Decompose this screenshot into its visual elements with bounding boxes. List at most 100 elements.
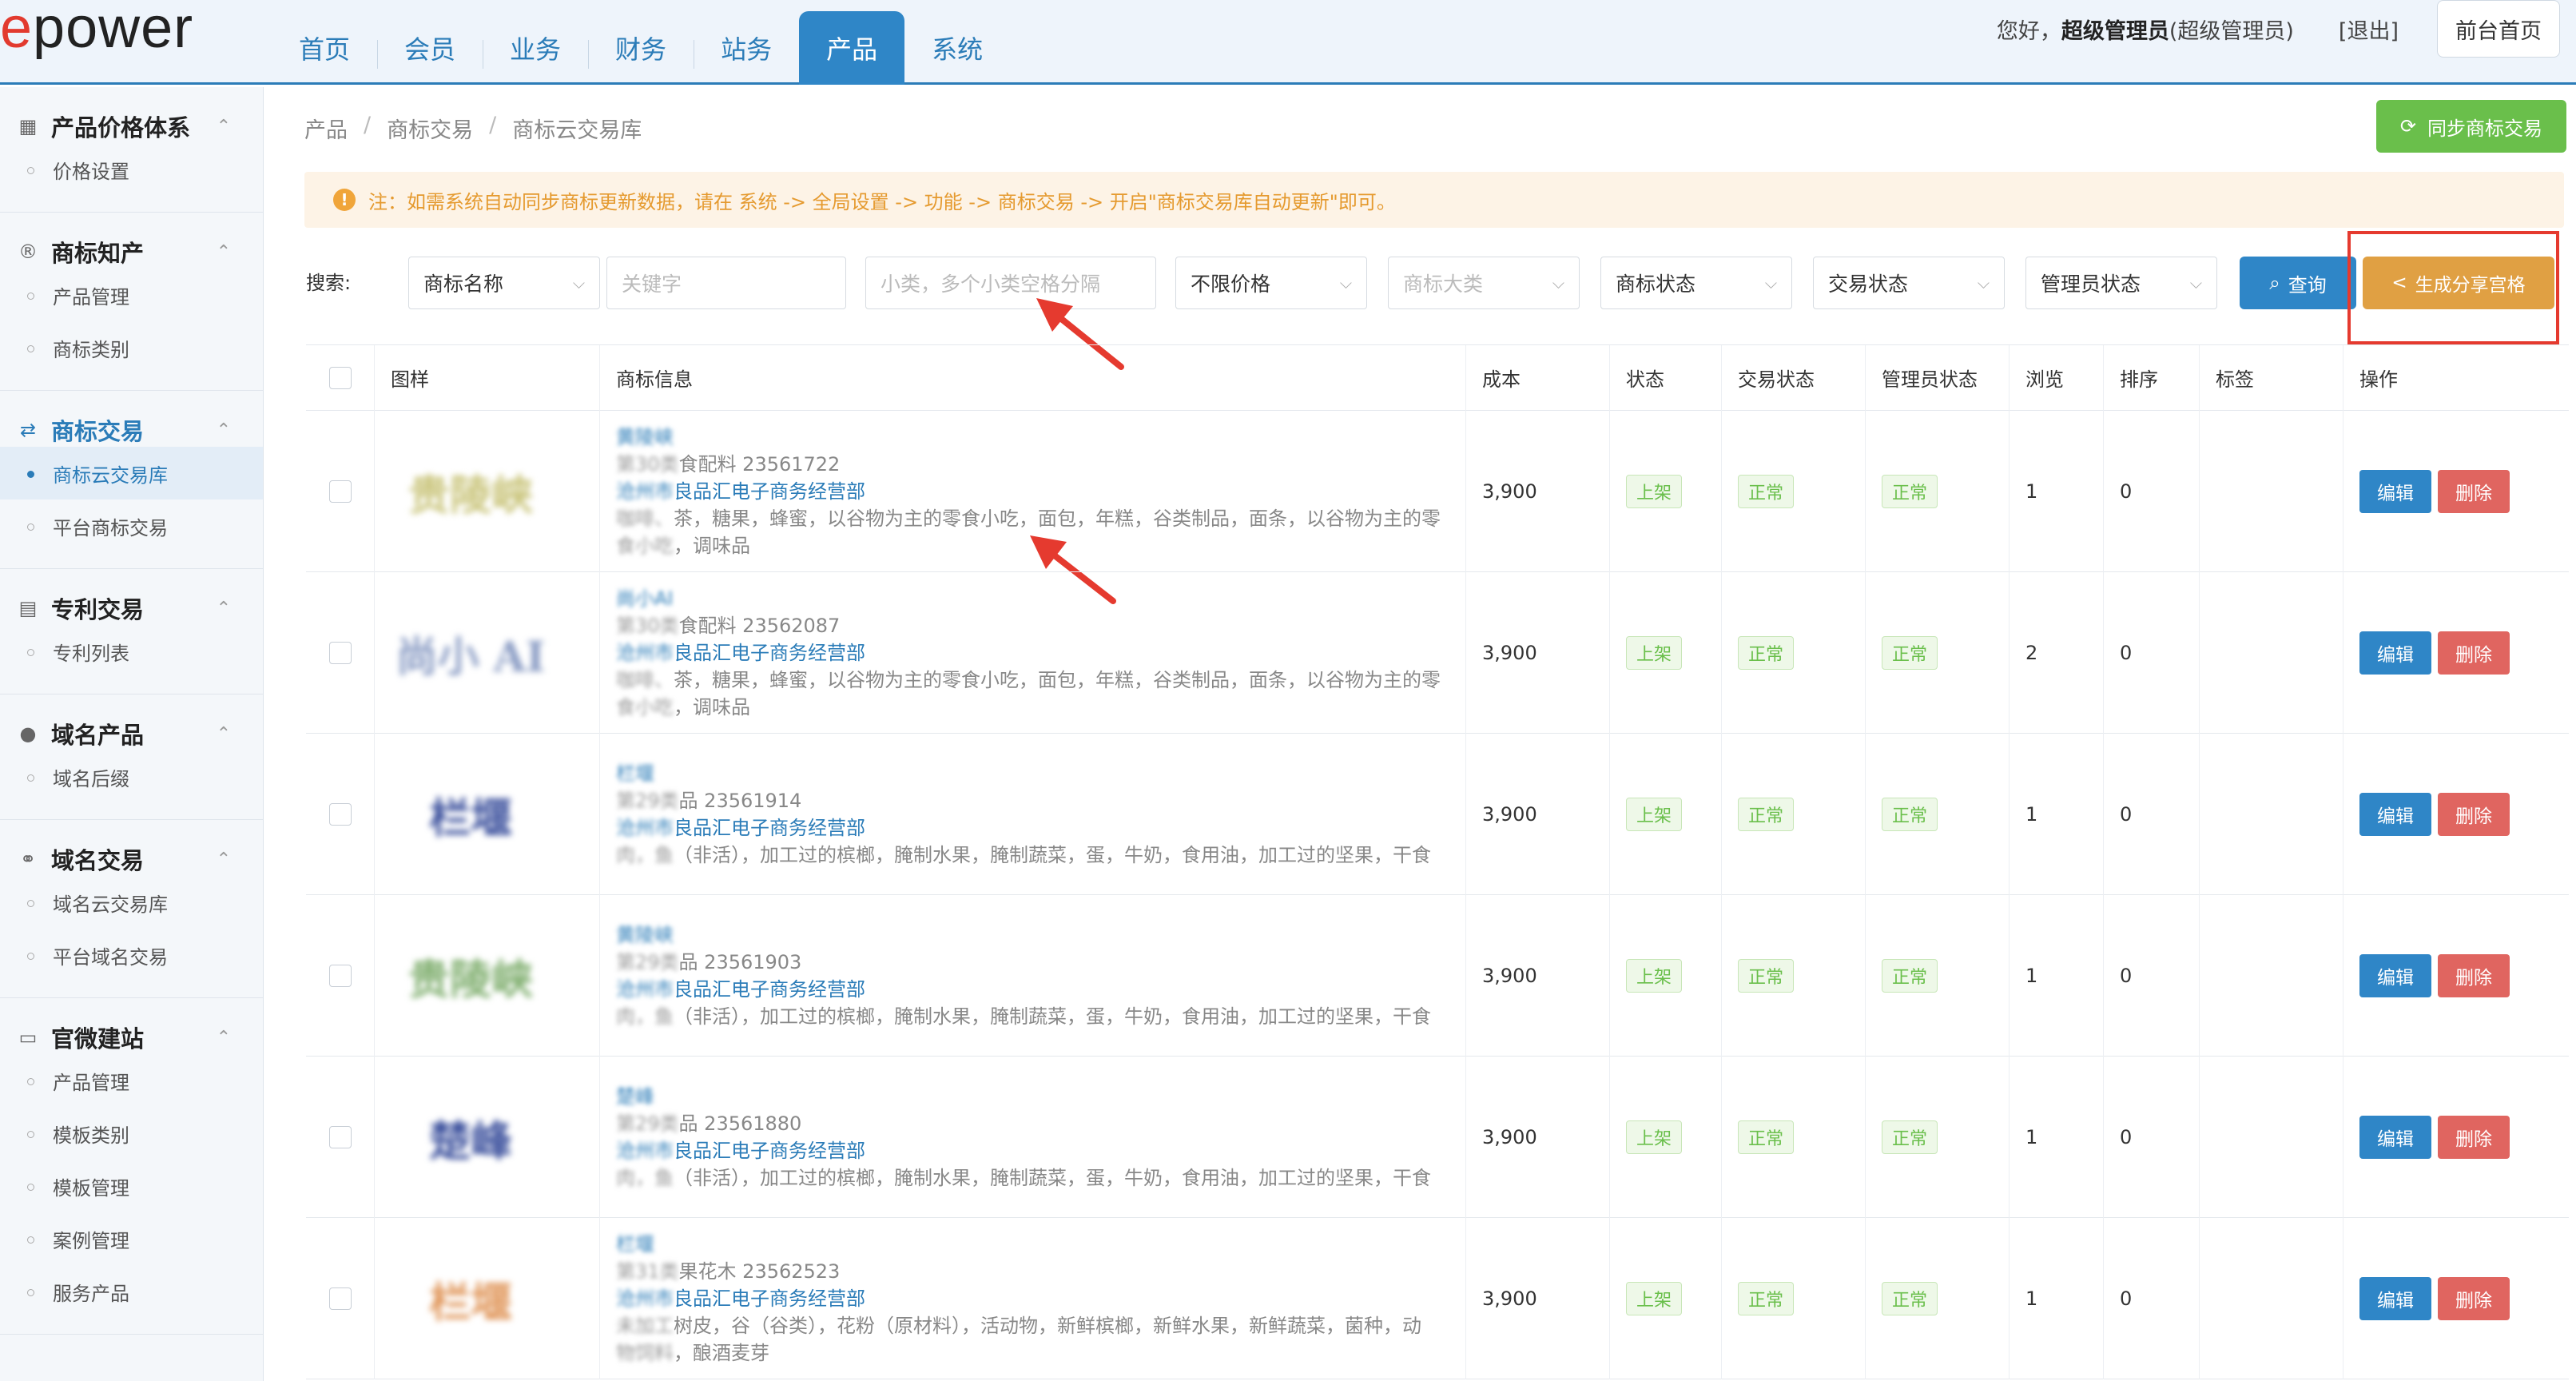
sidebar-group-header[interactable]: ⇄ 商标交易 ⌃ bbox=[0, 413, 263, 447]
sidebar-item[interactable]: 服务产品 bbox=[0, 1265, 263, 1318]
chevron-up-icon[interactable]: ⌃ bbox=[217, 117, 231, 137]
actions-cell: 编辑 删除 bbox=[2343, 1057, 2553, 1218]
sidebar-group-header[interactable]: ● 域名产品 ⌃ bbox=[0, 717, 263, 750]
nav-tab[interactable]: 站务 bbox=[694, 11, 799, 85]
owner-link[interactable]: 良品汇电子商务经营部 bbox=[674, 480, 865, 503]
owner-prefix: 沧州市 bbox=[616, 1140, 674, 1162]
edit-button[interactable]: 编辑 bbox=[2359, 631, 2431, 675]
trademark-owner[interactable]: 沧州市良品汇电子商务经营部 bbox=[616, 639, 865, 667]
views-cell: 1 bbox=[2010, 734, 2104, 895]
edit-button[interactable]: 编辑 bbox=[2359, 470, 2431, 513]
owner-link[interactable]: 良品汇电子商务经营部 bbox=[674, 817, 865, 839]
trademark-status-select[interactable]: 商标状态 ⌵ bbox=[1600, 257, 1792, 309]
delete-button[interactable]: 删除 bbox=[2438, 793, 2510, 836]
sidebar-group-title: 专利交易 bbox=[51, 596, 145, 623]
trademark-description: 肉，鱼（非活），加工过的槟榔，腌制水果，腌制蔬菜，蛋，牛奶，食用油，加工过的坚果… bbox=[616, 842, 1447, 869]
trademark-owner[interactable]: 沧州市良品汇电子商务经营部 bbox=[616, 976, 865, 1003]
brand-logo[interactable]: epower bbox=[0, 0, 193, 58]
sidebar-item[interactable]: 模板类别 bbox=[0, 1107, 263, 1160]
trademark-owner[interactable]: 沧州市良品汇电子商务经营部 bbox=[616, 1285, 865, 1312]
actions-cell: 编辑 删除 bbox=[2343, 572, 2553, 734]
trademark-owner[interactable]: 沧州市良品汇电子商务经营部 bbox=[616, 814, 865, 842]
keyword-input[interactable]: 关键字 bbox=[606, 257, 846, 309]
edit-button[interactable]: 编辑 bbox=[2359, 1116, 2431, 1159]
sidebar-item[interactable]: 域名后缀 bbox=[0, 750, 263, 803]
trademark-owner[interactable]: 沧州市良品汇电子商务经营部 bbox=[616, 1137, 865, 1164]
trademark-class: 第29类品 23561903 bbox=[616, 949, 801, 976]
sidebar-item[interactable]: 案例管理 bbox=[0, 1212, 263, 1265]
owner-link[interactable]: 良品汇电子商务经营部 bbox=[674, 1287, 865, 1310]
delete-button[interactable]: 删除 bbox=[2438, 470, 2510, 513]
status-badge: 上架 bbox=[1626, 798, 1683, 831]
sidebar-item[interactable]: 价格设置 bbox=[0, 143, 263, 196]
sidebar-group-header[interactable]: ⚭ 域名交易 ⌃ bbox=[0, 842, 263, 876]
sidebar-item[interactable]: 产品管理 bbox=[0, 269, 263, 321]
sidebar-item[interactable]: 平台域名交易 bbox=[0, 929, 263, 981]
trademark-owner[interactable]: 沧州市良品汇电子商务经营部 bbox=[616, 478, 865, 505]
row-checkbox[interactable] bbox=[328, 965, 352, 987]
row-checkbox[interactable] bbox=[328, 642, 352, 664]
sidebar-item[interactable]: 专利列表 bbox=[0, 625, 263, 678]
row-checkbox[interactable] bbox=[328, 803, 352, 826]
sidebar-item[interactable]: 产品管理 bbox=[0, 1054, 263, 1107]
chevron-up-icon[interactable]: ⌃ bbox=[217, 599, 231, 619]
owner-link[interactable]: 良品汇电子商务经营部 bbox=[674, 1140, 865, 1162]
tags-cell bbox=[2200, 734, 2343, 895]
admin-status-cell: 正常 bbox=[1866, 411, 2010, 572]
class-text: 品 23561880 bbox=[678, 1112, 802, 1135]
trade-status-badge: 正常 bbox=[1738, 475, 1795, 508]
search-field-select[interactable]: 商标名称 ⌵ bbox=[408, 257, 600, 309]
select-all-checkbox[interactable] bbox=[328, 366, 352, 389]
sidebar-group-header[interactable]: ▦ 产品价格体系 ⌃ bbox=[0, 109, 263, 143]
nav-tab[interactable]: 财务 bbox=[588, 11, 694, 85]
query-button[interactable]: ⌕ 查询 bbox=[2240, 257, 2356, 309]
delete-button[interactable]: 删除 bbox=[2438, 954, 2510, 997]
sidebar-item[interactable]: 模板管理 bbox=[0, 1160, 263, 1212]
status-cell: 上架 bbox=[1610, 1057, 1722, 1218]
chevron-up-icon[interactable]: ⌃ bbox=[217, 242, 231, 262]
chevron-up-icon[interactable]: ⌃ bbox=[217, 724, 231, 744]
owner-link[interactable]: 良品汇电子商务经营部 bbox=[674, 642, 865, 664]
delete-button[interactable]: 删除 bbox=[2438, 1116, 2510, 1159]
admin-status-select[interactable]: 管理员状态 ⌵ bbox=[2025, 257, 2217, 309]
front-home-button[interactable]: 前台首页 bbox=[2437, 0, 2560, 58]
nav-tab[interactable]: 会员 bbox=[377, 11, 483, 85]
trade-status-select[interactable]: 交易状态 ⌵ bbox=[1813, 257, 2005, 309]
admin-status-badge: 正常 bbox=[1882, 959, 1938, 993]
owner-link[interactable]: 良品汇电子商务经营部 bbox=[674, 978, 865, 1001]
price-select[interactable]: 不限价格 ⌵ bbox=[1175, 257, 1367, 309]
logout-link[interactable]: [退出] bbox=[2339, 14, 2399, 45]
category-select[interactable]: 商标大类 ⌵ bbox=[1388, 257, 1580, 309]
delete-button[interactable]: 删除 bbox=[2438, 1277, 2510, 1320]
row-checkbox[interactable] bbox=[328, 1126, 352, 1148]
top-bar: epower 首页 会员 业务 财务 站务 产品 系统 您好，超级管理员(超级管理员) [退… bbox=[0, 0, 2576, 85]
chevron-up-icon[interactable]: ⌃ bbox=[217, 420, 231, 440]
nav-tab[interactable]: 首页 bbox=[272, 11, 377, 85]
edit-button[interactable]: 编辑 bbox=[2359, 954, 2431, 997]
sidebar-item[interactable]: 商标云交易库 bbox=[0, 447, 263, 499]
nav-tab[interactable]: 业务 bbox=[483, 11, 588, 85]
breadcrumb-item[interactable]: 商标交易 bbox=[387, 113, 473, 144]
row-checkbox[interactable] bbox=[328, 1287, 352, 1310]
row-checkbox[interactable] bbox=[328, 480, 352, 503]
sidebar-item[interactable]: 平台商标交易 bbox=[0, 499, 263, 552]
edit-button[interactable]: 编辑 bbox=[2359, 1277, 2431, 1320]
column-header: 交易状态 bbox=[1722, 344, 1866, 411]
nav-tab[interactable]: 产品 bbox=[799, 11, 905, 85]
breadcrumb-item[interactable]: 产品 bbox=[304, 113, 348, 144]
delete-button[interactable]: 删除 bbox=[2438, 631, 2510, 675]
nav-tab[interactable]: 系统 bbox=[904, 11, 1010, 85]
sidebar-item[interactable]: 域名云交易库 bbox=[0, 876, 263, 929]
sidebar-item[interactable]: 商标类别 bbox=[0, 321, 263, 374]
sidebar-group-header[interactable]: ▭ 官微建站 ⌃ bbox=[0, 1021, 263, 1054]
chevron-up-icon[interactable]: ⌃ bbox=[217, 850, 231, 870]
sync-trademark-button[interactable]: ⟳ 同步商标交易 bbox=[2375, 100, 2566, 153]
sidebar-group-header[interactable]: ® 商标知产 ⌃ bbox=[0, 235, 263, 269]
trade-status-cell: 正常 bbox=[1722, 734, 1866, 895]
edit-button[interactable]: 编辑 bbox=[2359, 793, 2431, 836]
main-nav: 首页 会员 业务 财务 站务 产品 系统 bbox=[272, 11, 1010, 85]
sidebar-group-header[interactable]: ▤ 专利交易 ⌃ bbox=[0, 591, 263, 625]
chevron-up-icon[interactable]: ⌃ bbox=[217, 1028, 231, 1048]
logo-cell: 栏堰 bbox=[375, 734, 600, 895]
trademark-info: 栏堰 第29类品 23561914 沧州市良品汇电子商务经营部 肉，鱼（非活），加工过… bbox=[600, 734, 1466, 895]
